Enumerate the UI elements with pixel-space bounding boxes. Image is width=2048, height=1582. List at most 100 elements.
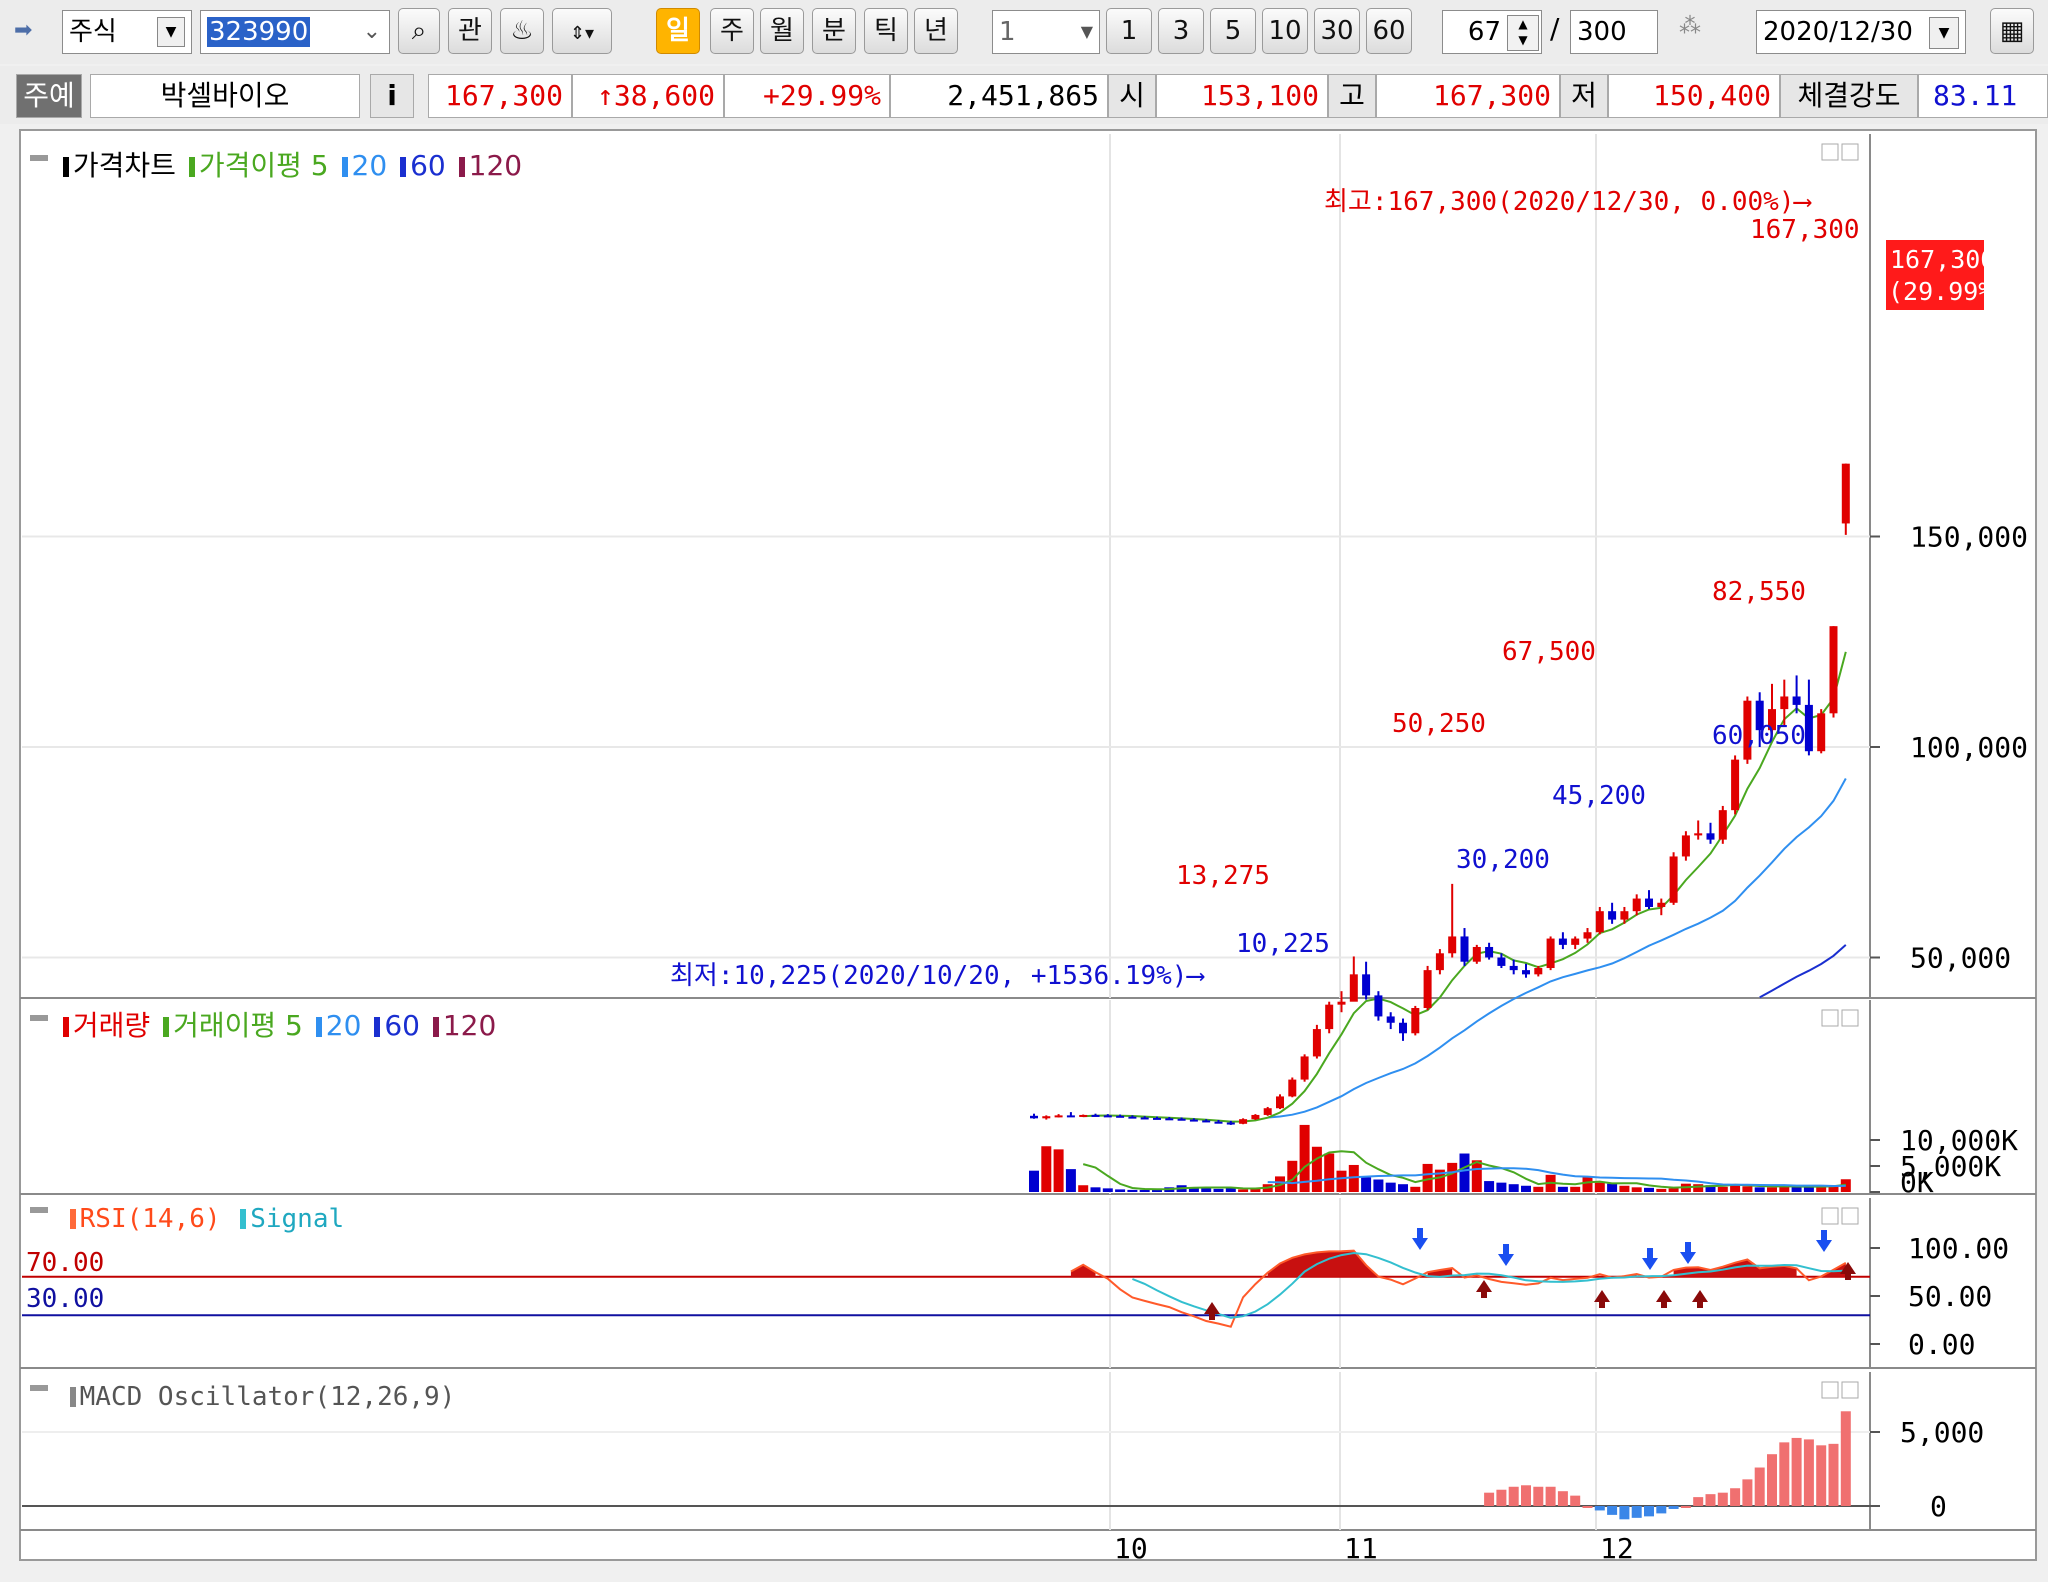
chart-area[interactable]: 10 11 12 150,000 100,000 50,000 167,300 13,275 1… xyxy=(12,128,2048,1582)
candle-body xyxy=(1497,957,1506,966)
candle-body xyxy=(1288,1079,1297,1097)
volume-bar xyxy=(1410,1186,1421,1192)
search-button[interactable]: ⌕ xyxy=(398,8,440,54)
candle-body xyxy=(1472,946,1481,962)
volume-bar xyxy=(1398,1184,1408,1192)
y-tick-label: 0.00 xyxy=(1908,1328,1975,1361)
chart-settings-button[interactable]: ▦ xyxy=(1990,8,2034,54)
price-annotation: 45,200 xyxy=(1552,781,1646,811)
open-value: 153,100 xyxy=(1156,74,1328,118)
quick-interval-button[interactable]: 10 xyxy=(1262,8,1308,54)
macd-bar xyxy=(1557,1491,1568,1506)
y-tick-label: 100,000 xyxy=(1910,731,2028,764)
info-bar: 주예 박셀바이오 i 167,300 ↑38,600 +29.99% 2,451… xyxy=(0,66,2048,124)
y-tick-label: 100.00 xyxy=(1908,1232,2009,1265)
high-label: 고 xyxy=(1328,74,1376,118)
macd-bar xyxy=(1484,1492,1495,1506)
candle-body xyxy=(1030,1115,1038,1119)
macd-bar xyxy=(1545,1486,1556,1506)
macd-bar xyxy=(1607,1506,1618,1515)
candle-body xyxy=(1251,1114,1260,1120)
quick-interval-button[interactable]: 60 xyxy=(1366,8,1412,54)
panel-handle-icon[interactable] xyxy=(30,1015,48,1021)
count-input[interactable]: 67 ▲ ▼ xyxy=(1442,10,1542,54)
legend-swatch xyxy=(458,157,465,177)
quick-interval-button[interactable]: 3 xyxy=(1158,8,1204,54)
legend-swatch xyxy=(400,157,407,177)
candle-body xyxy=(1620,911,1629,920)
candle-body xyxy=(1189,1119,1198,1122)
chevron-down-icon[interactable]: ▼ xyxy=(1929,17,1959,49)
grid-icon[interactable]: ⁂ xyxy=(1670,14,1710,50)
candle-body xyxy=(1399,1022,1407,1034)
stock-name[interactable]: 박셀바이오 xyxy=(90,74,360,118)
quick-interval-button[interactable]: 30 xyxy=(1314,8,1360,54)
volume-bar xyxy=(1459,1153,1470,1192)
market-select[interactable]: 주식 ▼ xyxy=(62,10,192,54)
minimize-icon xyxy=(1821,1381,1839,1399)
macd-bar xyxy=(1656,1506,1667,1514)
volume-bar xyxy=(1361,1177,1372,1192)
y-tick-label: 0 xyxy=(1930,1490,1947,1523)
volume-bar xyxy=(1496,1182,1507,1192)
legend-rsi: RSI(14,6) xyxy=(79,1204,221,1234)
period-button[interactable]: 분 xyxy=(812,8,856,54)
market-tag: 주예 xyxy=(16,74,82,118)
candle-body xyxy=(1411,1008,1420,1034)
candle-body xyxy=(1718,810,1727,840)
quick-interval-button[interactable]: 5 xyxy=(1210,8,1256,54)
legend-ma120: 120 xyxy=(468,149,523,182)
interval-select[interactable]: 1 ▼ xyxy=(992,10,1100,54)
strength-value: 83.11 xyxy=(1918,74,2048,118)
candle-body xyxy=(1546,938,1555,969)
price-annotation: 67,500 xyxy=(1502,637,1596,667)
chevron-down-icon[interactable]: ⌄ xyxy=(363,11,381,53)
macd-bar xyxy=(1521,1485,1531,1506)
quick-interval-button[interactable]: 1 xyxy=(1106,8,1152,54)
chevron-down-icon[interactable]: ▼ xyxy=(157,17,185,47)
period-button[interactable]: 월 xyxy=(760,8,804,54)
low-annotation: 최저:10,225(2020/10/20, +1536.19%)⟶ xyxy=(670,961,1204,991)
spinner-icon[interactable]: ▲ ▼ xyxy=(1507,15,1539,51)
volume-bar xyxy=(1607,1183,1618,1192)
chevron-down-icon[interactable]: ▼ xyxy=(1081,11,1093,53)
candle-body xyxy=(1534,968,1543,975)
period-button[interactable]: 일 xyxy=(656,8,700,54)
candle-body xyxy=(1177,1118,1186,1121)
period-button[interactable]: 틱 xyxy=(864,8,908,54)
code-input[interactable]: 323990 ⌄ xyxy=(200,10,390,54)
updown-spinner[interactable]: ⇕▾ xyxy=(552,8,612,54)
price-annotation: 82,550 xyxy=(1712,577,1806,607)
date-value: 2020/12/30 xyxy=(1763,17,1913,47)
candle-body xyxy=(1435,953,1444,971)
panel-handle-icon[interactable] xyxy=(30,1207,48,1213)
legend-ma5: 가격이평 5 xyxy=(198,149,329,182)
last-price-label: 167,300 xyxy=(1890,245,1995,274)
period-button[interactable]: 주 xyxy=(710,8,754,54)
macd-bar xyxy=(1693,1497,1704,1506)
volume-bar xyxy=(1053,1149,1064,1192)
price-legend: 가격차트 가격이평 5 20 60 120 xyxy=(30,144,526,184)
count-total-input[interactable]: 300 xyxy=(1570,10,1658,54)
legend-swatch xyxy=(163,1017,170,1037)
candle-body xyxy=(1079,1114,1088,1117)
y-tick-label: 50.00 xyxy=(1908,1280,1992,1313)
candle-body xyxy=(1374,995,1383,1017)
period-button[interactable]: 년 xyxy=(914,8,958,54)
volume-bar xyxy=(1385,1182,1396,1192)
date-select[interactable]: 2020/12/30 ▼ xyxy=(1756,10,1966,54)
gwan-button[interactable]: 관 xyxy=(448,8,492,54)
macd-bar xyxy=(1828,1443,1839,1506)
legend-macd: MACD Oscillator(12,26,9) xyxy=(79,1382,456,1412)
minimize-icon xyxy=(1821,143,1839,161)
volume-bar xyxy=(1484,1181,1495,1192)
volume-legend: 거래량 거래이평 5 20 60 120 xyxy=(30,1004,500,1044)
bell-button[interactable]: ♨ xyxy=(500,8,544,54)
panel-handle-icon[interactable] xyxy=(30,155,48,161)
arrow-icon[interactable]: ➡ xyxy=(14,18,44,44)
info-button[interactable]: i xyxy=(370,74,414,118)
volume-bar xyxy=(1213,1188,1224,1192)
macd-bar xyxy=(1705,1494,1716,1506)
last-price-pct: (29.99%) xyxy=(1888,277,2008,306)
panel-handle-icon[interactable] xyxy=(30,1385,48,1391)
